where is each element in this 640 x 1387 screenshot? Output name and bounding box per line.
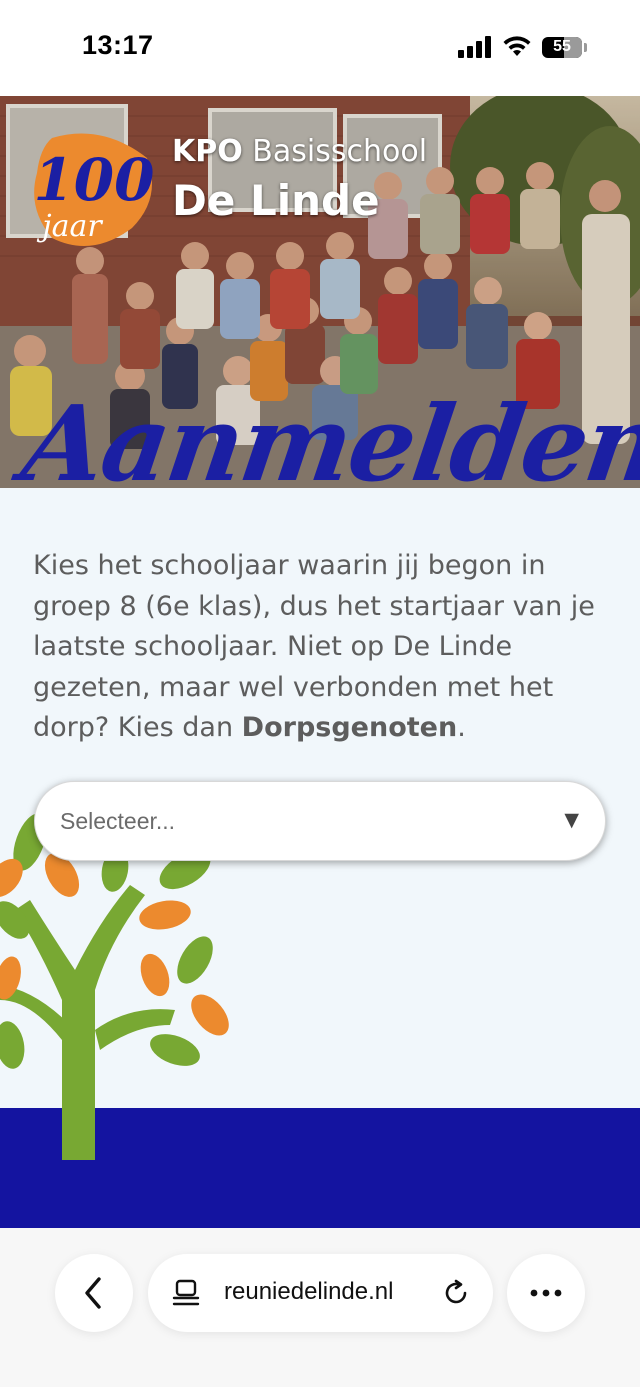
school-type-label: Basisschool	[252, 134, 428, 169]
battery-percentage: 55	[553, 38, 571, 55]
intro-text-bold-option: Dorpsgenoten	[241, 712, 458, 743]
address-bar[interactable]: reuniedelinde.nl	[148, 1254, 493, 1332]
svg-text:jaar: jaar	[36, 209, 103, 244]
status-time: 13:17	[82, 30, 154, 60]
back-button[interactable]	[55, 1254, 133, 1332]
100-jaar-badge: 100 jaar	[33, 133, 155, 246]
school-prefix: KPO	[172, 134, 243, 169]
intro-text: Kies het schooljaar waarin jij begon in …	[33, 546, 608, 749]
school-name: De Linde	[172, 176, 380, 225]
year-select[interactable]: Selecteer... ▼	[34, 781, 606, 861]
caret-down-icon: ▼	[564, 809, 579, 831]
battery-icon: 55	[542, 37, 582, 58]
year-select-placeholder: Selecteer...	[60, 808, 176, 834]
svg-text:100: 100	[33, 146, 154, 214]
page-title: Aanmelden	[15, 382, 640, 505]
more-options-button[interactable]	[507, 1254, 585, 1332]
more-horizontal-icon	[530, 1289, 562, 1297]
chevron-left-icon	[85, 1277, 101, 1309]
tabs-icon[interactable]	[172, 1278, 202, 1308]
school-type: KPO Basisschool	[172, 134, 427, 169]
battery-tip	[584, 43, 587, 52]
cellular-signal-icon	[458, 36, 492, 58]
intro-text-end: .	[457, 712, 466, 743]
reload-icon[interactable]	[441, 1278, 471, 1308]
status-bar: 13:17 55	[0, 0, 640, 96]
url-text: reuniedelinde.nl	[224, 1278, 394, 1305]
wifi-icon	[503, 36, 531, 56]
